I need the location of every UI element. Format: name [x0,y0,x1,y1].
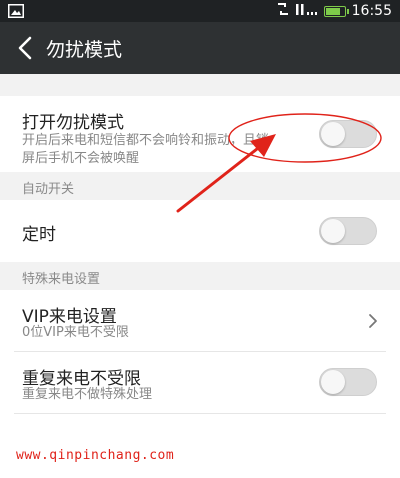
app-bar: 勿扰模式 [0,22,400,74]
toggle-knob [321,122,345,146]
chevron-right-icon[interactable] [367,312,379,330]
dnd-row[interactable]: 打开勿扰模式 开启后来电和短信都不会响铃和振动，且锁 屏后手机不会被唤醒 [0,96,400,170]
top-spacer [0,74,400,96]
dnd-subtitle-line1: 开启后来电和短信都不会响铃和振动，且锁 [22,133,270,148]
watermark: www.qinpinchang.com [16,448,175,463]
sync-icon [276,2,290,20]
image-icon [8,3,24,18]
repeat-calls-toggle[interactable] [319,368,377,396]
page-title: 勿扰模式 [46,39,123,61]
auto-switch-header-label: 自动开关 [22,182,75,197]
status-time: 16:55 [351,3,392,19]
special-calls-header-label: 特殊来电设置 [22,272,101,287]
dnd-subtitle-line2: 屏后手机不会被唤醒 [22,151,140,166]
signal-icon [295,2,318,20]
auto-switch-header: 自动开关 [0,172,400,200]
toggle-knob [321,370,345,394]
divider [14,413,386,414]
status-bar: 16:55 [0,0,400,22]
toggle-knob [321,219,345,243]
vip-row[interactable]: VIP来电设置 0位VIP来电不受限 [0,290,400,352]
repeat-calls-subtitle: 重复来电不做特殊处理 [22,387,153,402]
timer-toggle[interactable] [319,217,377,245]
timer-title: 定时 [22,225,56,245]
special-calls-header: 特殊来电设置 [0,262,400,290]
timer-row[interactable]: 定时 [0,200,400,262]
status-icons: 16:55 [276,2,392,20]
repeat-calls-row[interactable]: 重复来电不受限 重复来电不做特殊处理 [0,352,400,414]
chevron-left-icon[interactable] [12,32,40,64]
battery-icon [323,5,349,17]
dnd-title: 打开勿扰模式 [22,113,124,133]
vip-subtitle: 0位VIP来电不受限 [22,325,129,340]
dnd-toggle[interactable] [319,120,377,148]
